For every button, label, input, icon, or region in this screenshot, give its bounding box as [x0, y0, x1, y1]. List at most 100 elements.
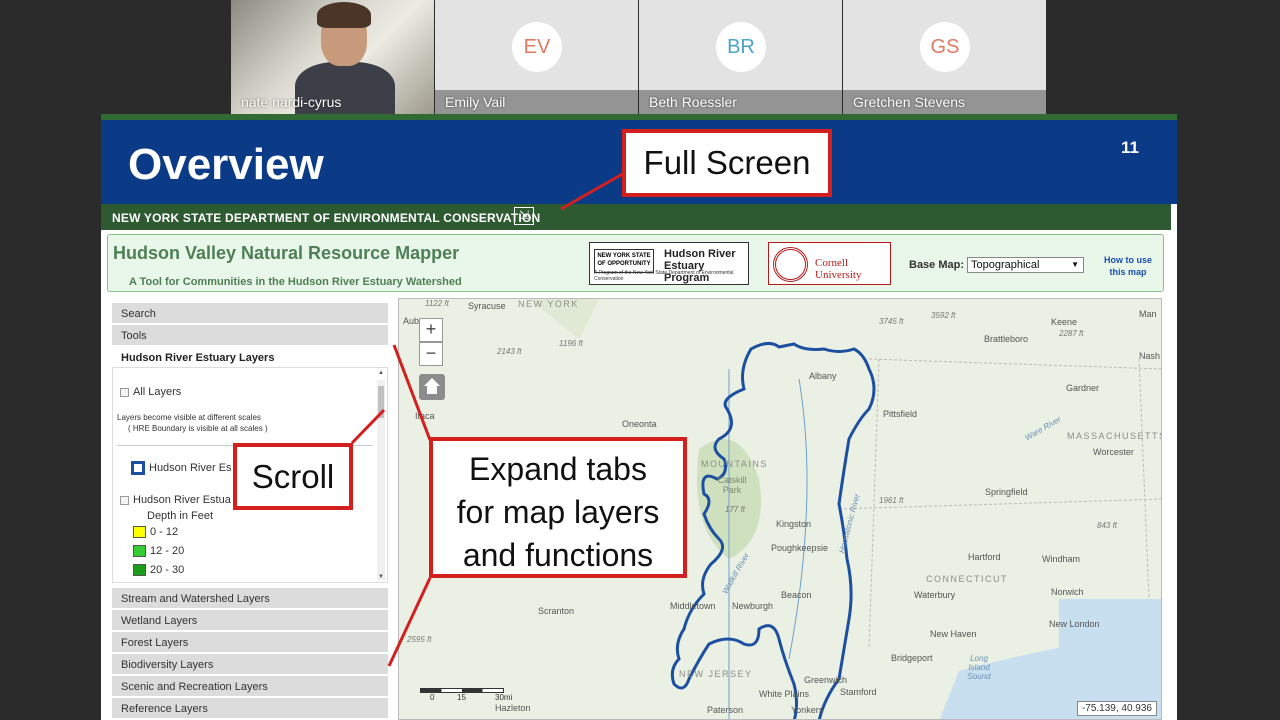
cornell-logo-text: Cornell University	[815, 257, 862, 281]
scale-label: 15	[457, 693, 466, 702]
tab-scenic-recreation-layers[interactable]: Scenic and Recreation Layers	[112, 676, 388, 697]
participant-avatar: GS	[920, 22, 970, 72]
map-place-label: Paterson	[707, 705, 744, 715]
scroll-down-icon[interactable]: ▼	[377, 574, 385, 580]
map-place-label: Hartford	[968, 552, 1001, 562]
map-water-label: Long Island Sound	[967, 654, 991, 681]
shared-slide: Overview 11 NEW YORK STATE DEPARTMENT OF…	[101, 114, 1177, 720]
participant-name: Beth Roessler	[639, 90, 842, 114]
cornell-seal-icon	[773, 247, 808, 282]
map-place-label: Brattleboro	[984, 334, 1029, 344]
map-elevation-label: 177 ft	[725, 505, 746, 514]
callout-expand-tabs: Expand tabs for map layers and functions	[429, 437, 687, 578]
home-button[interactable]	[419, 374, 445, 400]
participant-name: Emily Vail	[435, 90, 638, 114]
scroll-up-icon[interactable]: ▲	[377, 370, 385, 376]
tab-wetland-layers[interactable]: Wetland Layers	[112, 610, 388, 631]
all-layers-checkbox[interactable]: All Layers	[120, 386, 181, 398]
app-title: Hudson Valley Natural Resource Mapper	[113, 243, 460, 263]
map-region-label: NEW JERSEY	[679, 669, 753, 679]
slide-title: Overview	[128, 140, 324, 189]
map-place-label: Bridgeport	[891, 653, 933, 663]
map-elevation-label: 3745 ft	[879, 317, 904, 326]
base-map-select[interactable]: Topographical ▼	[967, 257, 1084, 273]
layer-estuary-depth[interactable]: Hudson River Estua	[120, 494, 231, 506]
map-place-label: Springfield	[985, 487, 1028, 497]
callout-full-screen: Full Screen	[622, 129, 832, 197]
map-region-label: NEW YORK	[518, 299, 579, 309]
tab-reference-layers[interactable]: Reference Layers	[112, 698, 388, 719]
map-place-label: New Haven	[930, 629, 977, 639]
legend-item: 12 - 20	[133, 545, 184, 558]
boundary-swatch	[131, 461, 145, 475]
map-place-label: Scranton	[538, 606, 575, 616]
cornell-logo[interactable]: Cornell University	[768, 242, 891, 285]
legend-swatch	[133, 564, 146, 577]
tab-search[interactable]: Search	[112, 303, 388, 324]
callout-scroll: Scroll	[233, 443, 353, 510]
map-place-label: Greenwich	[804, 675, 848, 685]
zoom-in-button[interactable]: +	[419, 318, 443, 342]
map-place-label: Hazleton	[495, 703, 531, 713]
tab-stream-watershed-layers[interactable]: Stream and Watershed Layers	[112, 588, 388, 609]
map-place-label: Norwich	[1051, 587, 1084, 597]
layer-hre-boundary[interactable]: Hudson River Es	[131, 461, 232, 475]
map-place-label: Windham	[1042, 554, 1081, 564]
hudson-river-estuary-program-logo[interactable]: NEW YORK STATE OF OPPORTUNITY Hudson Riv…	[589, 242, 749, 285]
scale-label: 30mi	[495, 693, 513, 702]
participant-avatar: BR	[716, 22, 766, 72]
map-elevation-label: 1122 ft	[425, 299, 449, 308]
participant-name: nate nardi-cyrus	[241, 94, 342, 110]
slide-number: 11	[1121, 138, 1139, 157]
map-coordinates: -75.139, 40.936	[1076, 701, 1157, 716]
participant-tile-nate[interactable]: nate nardi-cyrus	[231, 0, 434, 114]
participant-tile-beth[interactable]: BR Beth Roessler	[639, 0, 842, 114]
dec-header-text: NEW YORK STATE DEPARTMENT OF ENVIRONMENT…	[112, 211, 541, 225]
map-place-label: Man	[1139, 309, 1157, 319]
how-to-use-link[interactable]: How to use this map	[1100, 254, 1156, 278]
map-place-label: Worcester	[1093, 447, 1134, 457]
map-elevation-label: 843 ft	[1097, 521, 1118, 530]
map-region-label: CONNECTICUT	[926, 574, 1008, 584]
tab-tools[interactable]: Tools	[112, 325, 388, 346]
home-icon	[424, 378, 440, 386]
tab-forest-layers[interactable]: Forest Layers	[112, 632, 388, 653]
map-region-label: MASSACHUSETTS	[1067, 431, 1162, 441]
map-place-label: Middletown	[670, 601, 716, 611]
map-place-label: Aub	[403, 316, 420, 326]
depth-label: Depth in Feet	[147, 510, 214, 522]
participant-tile-emily[interactable]: EV Emily Vail	[435, 0, 638, 114]
map-elevation-label: 2143 ft	[497, 347, 522, 356]
map-place-label: Beacon	[781, 590, 812, 600]
map-place-label: Syracuse	[468, 301, 506, 311]
map-place-label: Nash	[1139, 351, 1161, 361]
participant-avatar: EV	[512, 22, 562, 72]
base-map-label: Base Map:	[909, 259, 965, 271]
map-region-label: MOUNTAINS	[701, 459, 768, 469]
expand-icon[interactable]: ⇲	[514, 207, 534, 225]
map-elevation-label: 1961 ft	[879, 496, 904, 505]
program-tagline: A Program of the New York State Departme…	[594, 270, 734, 282]
tab-biodiversity-layers[interactable]: Biodiversity Layers	[112, 654, 388, 675]
participant-tile-gretchen[interactable]: GS Gretchen Stevens	[843, 0, 1046, 114]
scrollbar-thumb[interactable]	[378, 386, 384, 418]
participant-video-hair	[317, 2, 371, 28]
screen: nate nardi-cyrus EV Emily Vail BR Beth R…	[0, 0, 1280, 720]
map-place-label: Catskill Park	[717, 475, 747, 495]
map-elevation-label: 2595 ft	[407, 635, 432, 644]
tab-hudson-river-estuary-layers[interactable]: Hudson River Estuary Layers	[112, 347, 388, 368]
layers-note: Layers become visible at different scale…	[117, 413, 268, 433]
map-elevation-label: 2287 ft	[1059, 329, 1084, 338]
map-place-label: Newburgh	[732, 601, 774, 611]
map-elevation-label: 3592 ft	[931, 311, 956, 320]
chevron-down-icon: ▼	[1071, 260, 1079, 269]
legend-swatch	[133, 545, 146, 558]
panel-scrollbar[interactable]	[377, 380, 385, 580]
zoom-out-button[interactable]: −	[419, 342, 443, 366]
map-place-label: White Plains	[759, 689, 810, 699]
map-place-label: Gardner	[1066, 383, 1100, 393]
map-place-label: Albany	[809, 371, 837, 381]
participant-name: Gretchen Stevens	[843, 90, 1046, 114]
legend-swatch	[133, 526, 146, 539]
legend-item: 0 - 12	[133, 526, 178, 539]
